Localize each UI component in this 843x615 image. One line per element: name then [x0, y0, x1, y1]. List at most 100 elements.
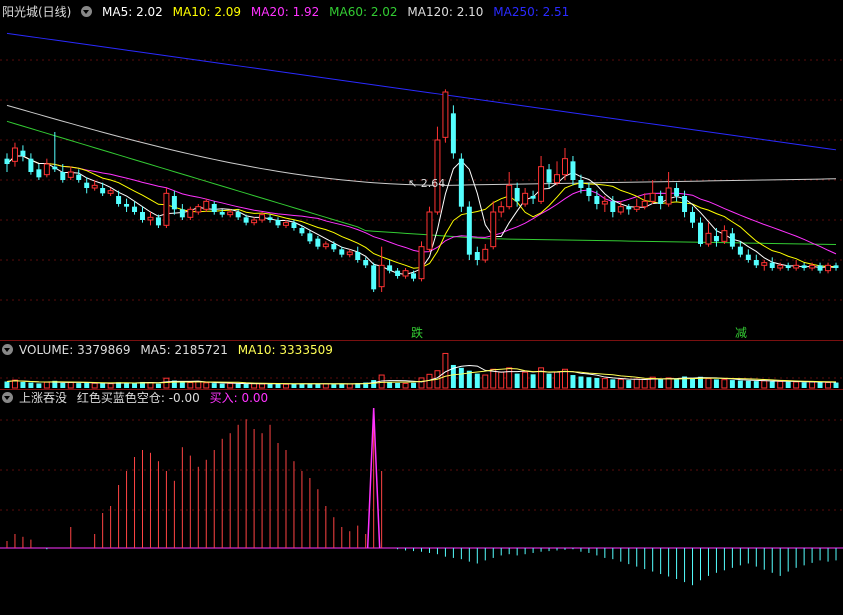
candle-body [777, 264, 784, 269]
candle-body [132, 206, 138, 212]
volume-header: VOLUME: 3379869 MA5: 2185721 MA10: 33335… [2, 342, 339, 358]
volume-bar [522, 371, 529, 389]
candle-body [243, 217, 249, 223]
volume-bar [411, 382, 417, 388]
candle-body [506, 184, 513, 208]
candle-body [387, 265, 393, 271]
volume-bar [243, 383, 249, 388]
volume-bar [4, 381, 10, 388]
collapse-toggle-icon[interactable] [81, 6, 93, 17]
candle-body [219, 212, 225, 215]
volume-bar [91, 382, 98, 389]
main-header: 阳光城(日线) MA5: 2.02 MA10: 2.09 MA20: 1.92 … [2, 4, 575, 20]
candle-body [107, 190, 114, 194]
candle-body [171, 196, 177, 210]
candle-body [116, 196, 122, 204]
volume-bar [426, 373, 433, 389]
volume-bar [346, 383, 353, 389]
candle-body [594, 196, 600, 204]
indicator-name: 上涨吞没 [19, 391, 68, 405]
candle-body [211, 204, 217, 212]
volume-bar [195, 381, 202, 389]
volume-bar [395, 382, 401, 388]
volume-bar [674, 379, 680, 388]
volume-bar [546, 373, 552, 388]
candle-body [626, 206, 632, 210]
candle-body [761, 262, 768, 266]
candle-body [11, 147, 18, 162]
candle-body [458, 158, 464, 207]
stock-name: 阳光城(日线) [2, 5, 72, 19]
volume-bar [418, 377, 425, 389]
candle-body [442, 91, 449, 138]
volume-bar [817, 382, 823, 388]
candle-body [825, 264, 832, 272]
candle-body [610, 201, 616, 212]
candle-body [283, 222, 289, 226]
candle-body [43, 163, 50, 176]
volume-ma10-line [6, 368, 837, 385]
volume-bar [227, 382, 234, 389]
candle-body [187, 208, 194, 218]
volume-bar [67, 382, 74, 389]
candle-body [554, 174, 560, 184]
candle-body [793, 264, 800, 269]
candle-body [466, 206, 472, 255]
volume-bar [833, 382, 839, 388]
candle-body [91, 184, 98, 189]
candle-body [163, 192, 170, 226]
volume-bar [339, 383, 345, 388]
candle-body [633, 206, 640, 210]
ma120-label: MA120: 2.10 [407, 5, 484, 19]
volume-bar [28, 382, 34, 388]
volume-bar [402, 382, 409, 389]
volume-bar [203, 382, 210, 389]
volume-bar [713, 379, 719, 388]
indicator-collapse-icon[interactable] [2, 392, 13, 403]
volume-bar [617, 378, 624, 389]
candle-body [490, 211, 497, 248]
volume-bar [163, 377, 170, 389]
candle-body [100, 188, 106, 194]
candle-body [275, 220, 281, 226]
volume-collapse-icon[interactable] [2, 344, 13, 355]
candle-body [346, 251, 353, 256]
candle-body [426, 211, 433, 250]
candle-body [28, 158, 34, 172]
volume-bar [641, 378, 648, 389]
volume-bar [179, 382, 185, 388]
candle-body [450, 113, 456, 154]
ma250-line [6, 32, 837, 151]
volume-bar [211, 383, 217, 388]
candle-body [658, 196, 664, 204]
candle-body [729, 233, 735, 247]
ma20-line [6, 155, 837, 255]
volume-bar [777, 380, 784, 389]
candle-body [76, 174, 82, 180]
ma5-label: MA5: 2.02 [102, 5, 163, 19]
volume-bar [331, 384, 337, 388]
candle-body [753, 260, 759, 266]
volume-bar [737, 380, 743, 388]
candle-body [617, 206, 624, 213]
volume-bar [299, 383, 305, 388]
volume-bar [785, 381, 791, 388]
candle-body [578, 180, 584, 188]
volume-bar [586, 377, 592, 388]
candle-body [315, 238, 321, 247]
volume-bar [769, 381, 775, 388]
volume-bar [825, 382, 832, 389]
volume-bar [458, 367, 464, 388]
ma120-line [6, 104, 837, 186]
volume-bar [498, 371, 505, 389]
candle-body [411, 273, 417, 279]
volume-bar [610, 379, 616, 388]
candle-body [674, 188, 680, 196]
volume-bar [107, 383, 114, 389]
candle-body [721, 230, 728, 242]
ma250-label: MA250: 2.51 [493, 5, 570, 19]
volume-ma10: MA10: 3333509 [237, 343, 333, 357]
volume-value: VOLUME: 3379869 [19, 343, 131, 357]
signal-marker-drop: 跌 [411, 326, 424, 340]
stock-chart[interactable] [0, 0, 843, 615]
